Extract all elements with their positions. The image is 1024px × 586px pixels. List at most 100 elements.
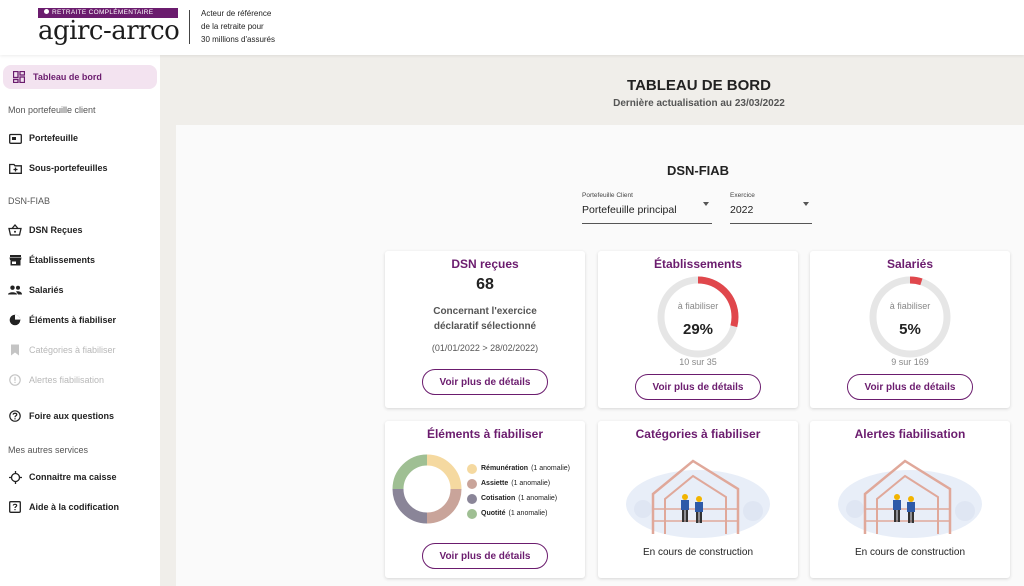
employees-ratio: 9 sur 169	[891, 357, 929, 367]
donut-segment-assiette	[426, 488, 462, 524]
establishments-ratio: 10 sur 35	[679, 357, 717, 367]
legend-note: (1 anomalie)	[508, 510, 548, 517]
card-employees: Salariés à fiabiliser 5% 9 sur 169 Voir …	[810, 251, 1010, 408]
dsn-count: 68	[476, 276, 494, 293]
legend-swatch	[467, 508, 477, 519]
alerts-status: En cours de construction	[854, 547, 966, 558]
tagline-line-2: de la retraite pour	[201, 22, 264, 31]
establishments-details-button[interactable]: Voir plus de détails	[635, 374, 761, 400]
pie-chart-icon	[8, 313, 22, 327]
question-icon	[8, 409, 22, 423]
employees-details-button[interactable]: Voir plus de détails	[847, 374, 973, 400]
donut-segment-quotité	[392, 454, 428, 490]
legend-note: (1 anomalie)	[518, 495, 558, 502]
card-categories: Catégories à fiabiliser En cours de cons…	[598, 421, 798, 578]
gauge-label: à fiabiliser	[677, 301, 719, 311]
elements-legend: Rémunération (1 anomalie) Assiette (1 anoma…	[467, 461, 570, 521]
dashboard-icon	[12, 70, 26, 84]
sidebar-item-label: Salariés	[29, 285, 64, 295]
sidebar-item-dsn-received[interactable]: DSN Reçues	[0, 218, 160, 242]
folder-icon	[8, 131, 22, 145]
card-elements: Éléments à fiabiliser Rémunération (1 ano…	[385, 421, 585, 578]
last-update-text: Dernière actualisation au 23/03/2022	[613, 98, 785, 109]
card-title: Établissements	[653, 257, 743, 271]
sidebar-item-label: Sous-portefeuilles	[29, 163, 108, 173]
portfolio-select[interactable]: Portefeuille Client Portefeuille princip…	[582, 192, 712, 224]
elements-details-button[interactable]: Voir plus de détails	[422, 543, 548, 569]
card-title: Alertes fiabilisation	[854, 427, 966, 441]
alert-icon	[8, 373, 22, 387]
dsn-text-line-2: déclaratif sélectionné	[433, 321, 537, 332]
dsn-text-line-1: Concernant l'exercice	[433, 306, 537, 317]
sidebar-item-dashboard[interactable]: Tableau de bord	[3, 65, 157, 89]
sidebar-item-label: Foire aux questions	[29, 411, 115, 421]
folder-add-icon	[8, 161, 22, 175]
bookmark-icon	[8, 343, 22, 357]
sidebar-item-faq[interactable]: Foire aux questions	[0, 404, 160, 428]
legend-note: (1 anomalie)	[511, 480, 551, 487]
logo-band-text: RETRAITE COMPLÉMENTAIRE	[52, 9, 154, 16]
card-title: DSN reçues	[451, 257, 519, 271]
sidebar-item-coding-help[interactable]: Aide à la codification	[0, 495, 160, 519]
sidebar: Tableau de bord Mon portefeuille client …	[0, 55, 160, 586]
sidebar-item-label: DSN Reçues	[29, 225, 83, 235]
section-title: DSN-FIAB	[666, 163, 730, 178]
sidebar-item-sub-portfolios[interactable]: Sous-portefeuilles	[0, 156, 160, 180]
employees-gauge	[869, 276, 951, 358]
store-icon	[8, 253, 22, 267]
people-icon	[8, 283, 22, 297]
legend-label: Assiette	[481, 480, 509, 487]
tagline-line-1: Acteur de référence	[201, 9, 272, 18]
legend-swatch	[467, 493, 477, 504]
logo-wordmark: agirc-arrco	[38, 16, 180, 46]
top-header: RETRAITE COMPLÉMENTAIRE agirc-arrco Acte…	[0, 0, 1024, 55]
elements-donut-chart	[392, 454, 462, 524]
establishments-gauge	[657, 276, 739, 358]
categories-status: En cours de construction	[642, 547, 754, 558]
year-select-value: 2022	[730, 204, 754, 216]
sidebar-item-label: Alertes fiabilisation	[29, 375, 105, 385]
legend-item: Cotisation (1 anomalie)	[467, 491, 570, 506]
sidebar-item-elements[interactable]: Éléments à fiabiliser	[0, 308, 160, 332]
tagline: Acteur de référence de la retraite pour …	[201, 7, 311, 46]
gauge-label: à fiabiliser	[889, 301, 931, 311]
agirc-arrco-logo[interactable]: RETRAITE COMPLÉMENTAIRE agirc-arrco	[38, 8, 180, 48]
logo-separator	[189, 10, 190, 44]
dsn-details-button[interactable]: Voir plus de détails	[422, 369, 548, 395]
sidebar-item-portfolio[interactable]: Portefeuille	[0, 126, 160, 150]
tagline-line-3: 30 millions d'assurés	[201, 35, 276, 44]
dsn-period: (01/01/2022 > 28/02/2022)	[431, 343, 539, 353]
legend-label: Rémunération	[481, 465, 529, 472]
card-title: Salariés	[886, 257, 934, 271]
card-title: Éléments à fiabiliser	[426, 427, 544, 441]
year-select[interactable]: Exercice 2022	[730, 192, 812, 224]
sidebar-item-label: Éléments à fiabiliser	[29, 315, 117, 325]
legend-swatch	[467, 463, 477, 474]
chevron-down-icon	[703, 202, 709, 206]
card-dsn-received: DSN reçues 68 Concernant l'exercice décl…	[385, 251, 585, 408]
chevron-down-icon	[803, 202, 809, 206]
legend-label: Quotité	[481, 510, 506, 517]
sidebar-item-establishments[interactable]: Établissements	[0, 248, 160, 272]
sidebar-item-know-fund[interactable]: Connaitre ma caisse	[0, 465, 160, 489]
sidebar-item-employees[interactable]: Salariés	[0, 278, 160, 302]
target-icon	[8, 470, 22, 484]
legend-swatch	[467, 478, 477, 489]
portfolio-select-value: Portefeuille principal	[582, 204, 677, 216]
sidebar-section-portfolio: Mon portefeuille client	[8, 105, 96, 115]
gauge-percent: 5%	[899, 321, 921, 338]
sidebar-item-label: Catégories à fiabiliser	[29, 345, 116, 355]
gauge-track	[869, 276, 951, 358]
construction-illustration	[838, 459, 982, 538]
sidebar-item-label: Tableau de bord	[33, 72, 102, 82]
sidebar-section-dsn: DSN-FIAB	[8, 196, 51, 206]
sidebar-item-label: Établissements	[29, 255, 96, 265]
sidebar-item-categories[interactable]: Catégories à fiabiliser	[0, 338, 160, 362]
gauge-percent: 29%	[682, 321, 714, 338]
sidebar-section-services: Mes autres services	[8, 445, 89, 455]
sidebar-item-alerts[interactable]: Alertes fiabilisation	[0, 368, 160, 392]
donut-segment-rémunération	[426, 454, 462, 490]
construction-illustration	[626, 459, 770, 538]
legend-item: Assiette (1 anomalie)	[467, 476, 570, 491]
year-select-label: Exercice	[730, 192, 755, 199]
